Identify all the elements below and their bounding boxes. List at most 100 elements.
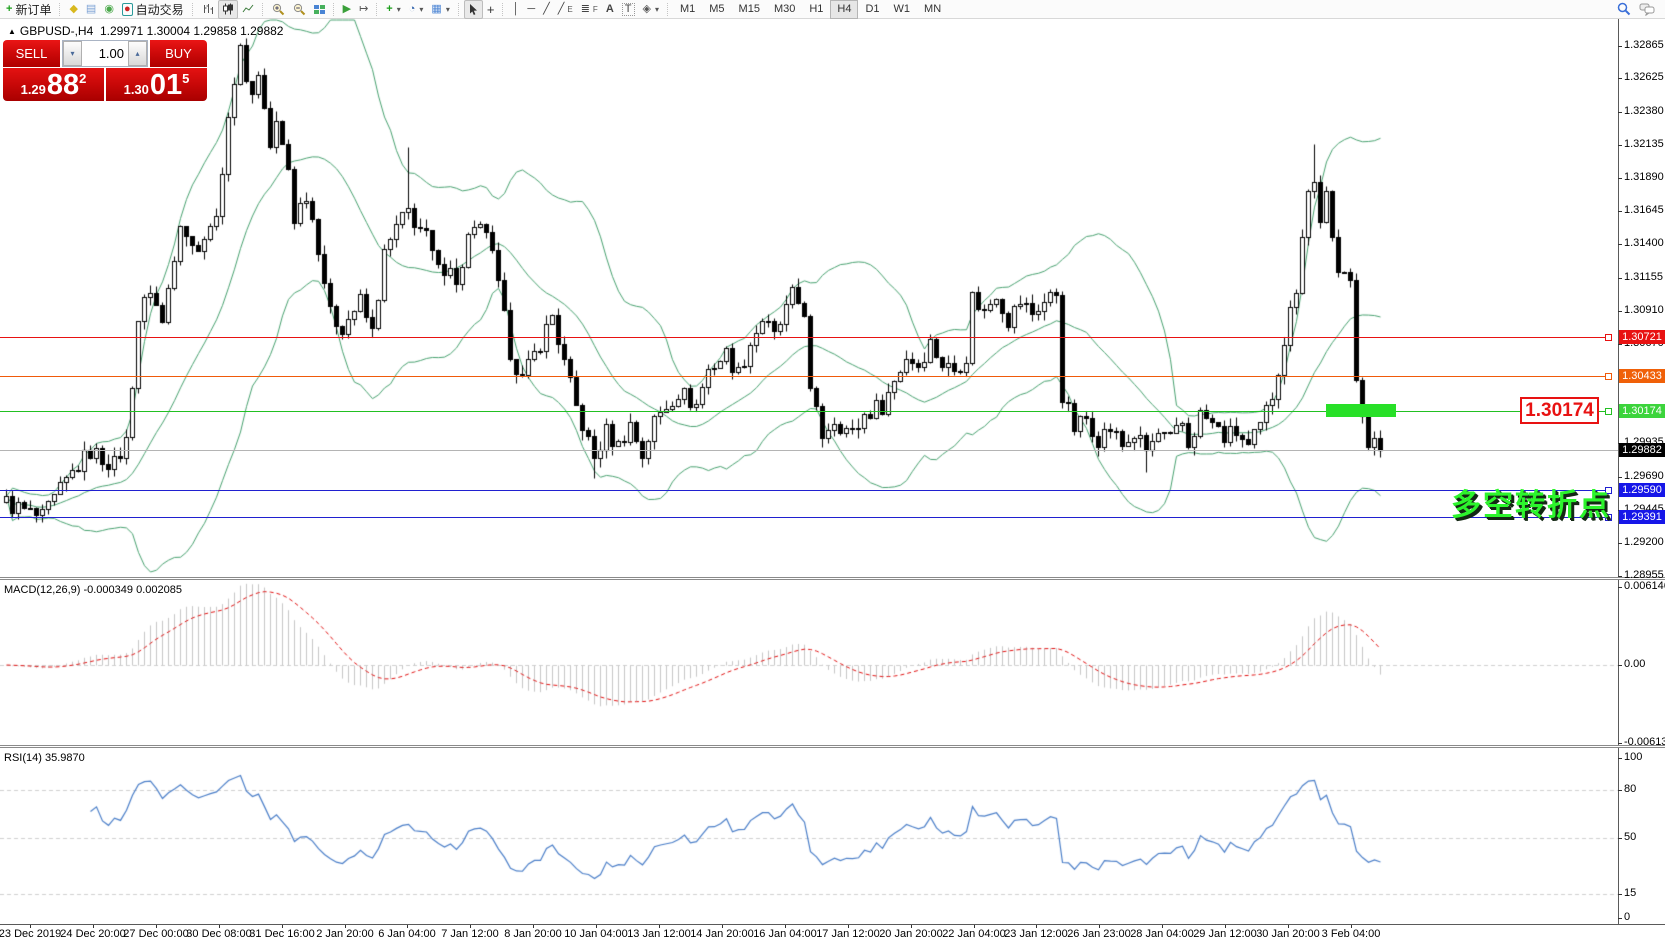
price-tick-mark: [1618, 344, 1622, 345]
time-tick-label: 3 Feb 04:00: [1322, 928, 1381, 940]
price-tick-label: 1.31400: [1624, 237, 1664, 249]
price-tick-mark: [1618, 145, 1622, 146]
macd-tick-label: 0.006146: [1624, 580, 1665, 592]
time-tick-label: 10 Jan 04:00: [564, 928, 628, 940]
pane-separator-rsi[interactable]: [0, 745, 1665, 748]
volume-control: ▾ ▴: [62, 40, 148, 67]
time-tick-label: 24 Dec 20:00: [60, 928, 125, 940]
rsi-tick-label: 100: [1624, 751, 1642, 763]
rsi-tick-mark: [1618, 918, 1622, 919]
price-tick-label: 1.31645: [1624, 204, 1664, 216]
price-tick-mark: [1618, 178, 1622, 179]
chart-title: ▲GBPUSD-,H4 1.29971 1.30004 1.29858 1.29…: [8, 24, 283, 38]
time-tick-label: 7 Jan 12:00: [441, 928, 499, 940]
price-tick-mark: [1618, 211, 1622, 212]
macd-tick-mark: [1618, 587, 1622, 588]
price-axis-border: [1618, 19, 1619, 924]
buy-price-pips: 01: [150, 71, 182, 100]
sell-price-display[interactable]: 1.29882: [3, 68, 104, 101]
hline-resistance-red-handle[interactable]: [1605, 334, 1612, 341]
price-tick-mark: [1618, 78, 1622, 79]
price-tick-mark: [1618, 543, 1622, 544]
sell-price-point: 2: [79, 71, 86, 86]
time-tick-label: 14 Jan 20:00: [690, 928, 754, 940]
time-tick-label: 2 Jan 20:00: [316, 928, 374, 940]
pane-separator-macd[interactable]: [0, 577, 1665, 580]
volume-increase-button[interactable]: ▴: [128, 41, 147, 66]
rsi-tick-label: 80: [1624, 783, 1636, 795]
buy-button[interactable]: BUY: [150, 40, 207, 67]
macd-tick-label: 0.00: [1624, 658, 1645, 670]
price-tick-label: 1.32865: [1624, 39, 1664, 51]
hline-support-blue-1[interactable]: [0, 490, 1612, 491]
price-tick-label: 1.31155: [1624, 271, 1663, 283]
macd-indicator-label: MACD(12,26,9) -0.000349 0.002085: [4, 584, 182, 596]
price-tick-label: 1.31890: [1624, 171, 1664, 183]
time-tick-label: 6 Jan 04:00: [378, 928, 436, 940]
price-tick-label: 1.29200: [1624, 536, 1664, 548]
sell-button[interactable]: SELL: [3, 40, 60, 67]
time-tick-label: 31 Dec 16:00: [249, 928, 314, 940]
buy-price-point: 5: [182, 71, 189, 86]
price-tick-mark: [1618, 477, 1622, 478]
price-tick-label: 1.32135: [1624, 138, 1664, 150]
time-tick-label: 16 Jan 04:00: [753, 928, 817, 940]
sell-price-pips: 88: [47, 71, 79, 100]
time-axis-border: [0, 924, 1665, 925]
rsi-tick-mark: [1618, 790, 1622, 791]
symbol-label: GBPUSD-,H4: [20, 24, 93, 38]
current-price-badge: 1.29882: [1619, 443, 1665, 457]
sell-price-prefix: 1.29: [21, 80, 46, 100]
price-tick-label: 1.32380: [1624, 105, 1664, 117]
hline-support-blue-1-badge: 1.29590: [1619, 483, 1665, 497]
rsi-tick-mark: [1618, 758, 1622, 759]
hline-pivot-green-handle[interactable]: [1605, 408, 1612, 415]
time-tick-label: 28 Jan 04:00: [1130, 928, 1194, 940]
rsi-indicator-label: RSI(14) 35.9870: [4, 752, 85, 764]
rsi-tick-label: 0: [1624, 911, 1630, 923]
hline-pivot-green-badge: 1.30174: [1619, 404, 1665, 418]
volume-input[interactable]: [82, 41, 128, 66]
rsi-tick-mark: [1618, 838, 1622, 839]
hline-resistance-orange-handle[interactable]: [1605, 373, 1612, 380]
buy-price-display[interactable]: 1.30015: [106, 68, 207, 101]
hline-resistance-orange[interactable]: [0, 376, 1612, 377]
time-tick-label: 13 Jan 12:00: [627, 928, 691, 940]
macd-tick-mark: [1618, 665, 1622, 666]
time-tick-label: 30 Dec 08:00: [186, 928, 251, 940]
rsi-tick-mark: [1618, 894, 1622, 895]
price-tick-mark: [1618, 576, 1622, 577]
price-tick-mark: [1618, 311, 1622, 312]
price-tick-mark: [1618, 244, 1622, 245]
time-tick-label: 29 Jan 12:00: [1193, 928, 1257, 940]
one-click-trading-panel: SELL ▾ ▴ BUY 1.29882 1.30015: [3, 40, 207, 101]
price-tick-label: 1.29690: [1624, 470, 1664, 482]
rsi-tick-label: 15: [1624, 887, 1636, 899]
pivot-annotation-text[interactable]: 多空转折点: [1451, 480, 1611, 524]
volume-decrease-button[interactable]: ▾: [63, 41, 82, 66]
chart-window: ▲GBPUSD-,H4 1.29971 1.30004 1.29858 1.29…: [0, 0, 1665, 944]
pivot-highlight-bar[interactable]: [1326, 404, 1396, 417]
current-bid-line: [0, 450, 1618, 451]
price-tick-label: 1.32625: [1624, 71, 1664, 83]
hline-support-blue-2[interactable]: [0, 517, 1612, 518]
price-tick-mark: [1618, 278, 1622, 279]
macd-tick-mark: [1618, 743, 1622, 744]
time-tick-label: 23 Dec 2019: [0, 928, 61, 940]
time-tick-label: 27 Dec 00:00: [123, 928, 188, 940]
time-tick-label: 8 Jan 20:00: [504, 928, 562, 940]
hline-support-blue-2-badge: 1.29391: [1619, 510, 1665, 524]
time-tick-label: 23 Jan 12:00: [1004, 928, 1068, 940]
price-tick-mark: [1618, 46, 1622, 47]
time-tick-label: 17 Jan 12:00: [816, 928, 880, 940]
price-tick-mark: [1618, 112, 1622, 113]
rsi-tick-label: 50: [1624, 831, 1636, 843]
time-tick-label: 22 Jan 04:00: [942, 928, 1006, 940]
time-tick-label: 26 Jan 23:00: [1067, 928, 1131, 940]
chart-canvas[interactable]: [0, 0, 1665, 944]
price-tick-label: 1.30910: [1624, 304, 1664, 316]
hline-resistance-orange-badge: 1.30433: [1619, 369, 1665, 383]
hline-resistance-red[interactable]: [0, 337, 1612, 338]
pivot-price-label[interactable]: 1.30174: [1520, 397, 1599, 424]
macd-tick-label: -0.006138: [1624, 736, 1665, 748]
